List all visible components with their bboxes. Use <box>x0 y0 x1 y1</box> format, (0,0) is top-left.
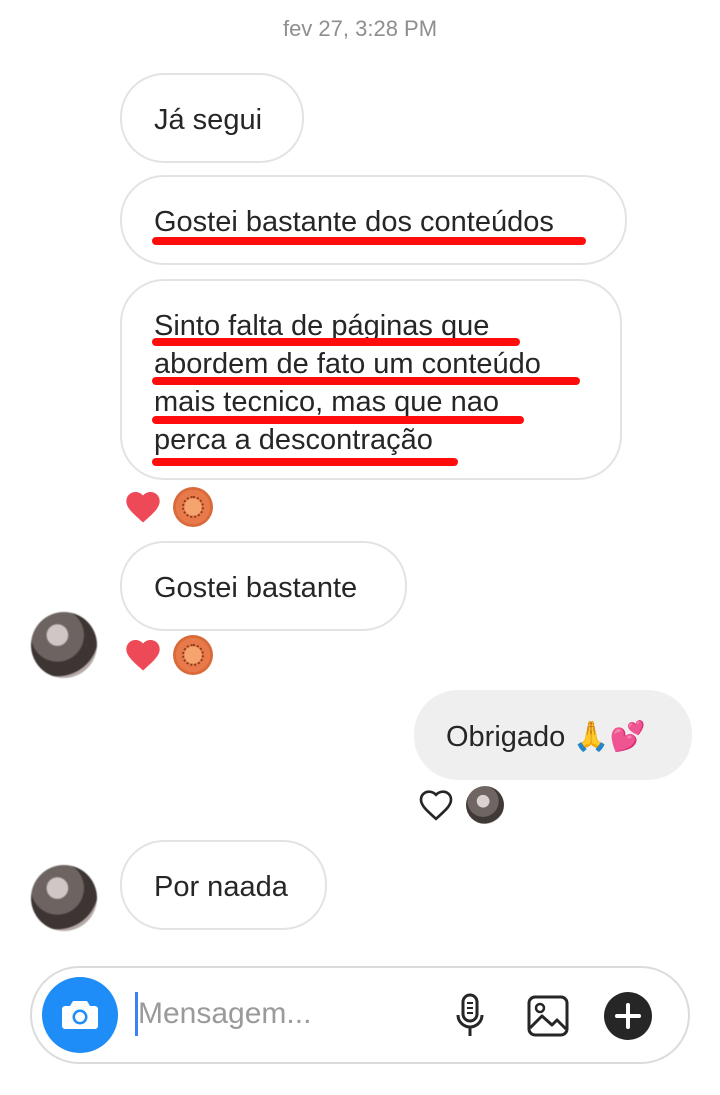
heart-reaction-icon <box>126 492 160 523</box>
message-reactions[interactable] <box>123 635 213 675</box>
message-reactions[interactable] <box>123 487 213 527</box>
heart-outline-reaction-icon <box>419 790 453 821</box>
incoming-message-bubble[interactable]: Gostei bastante <box>120 541 407 631</box>
more-options-button[interactable] <box>602 990 654 1042</box>
sender-avatar[interactable] <box>31 865 97 931</box>
annotation-underline <box>152 377 580 385</box>
message-text: Obrigado 🙏💕 <box>446 721 646 753</box>
incoming-message-bubble[interactable]: Gostei bastante dos conteúdos <box>120 175 627 265</box>
plus-icon <box>604 992 652 1040</box>
message-text: Já segui <box>154 104 263 136</box>
annotation-underline <box>152 237 586 245</box>
reactor-avatar <box>173 487 213 527</box>
image-icon <box>527 995 569 1037</box>
microphone-icon <box>456 993 484 1036</box>
incoming-message-bubble[interactable]: Por naada <box>120 840 327 930</box>
annotation-underline <box>152 338 520 346</box>
message-text: Gostei bastante dos conteúdos <box>154 206 554 238</box>
message-text-line: perca a descontração <box>154 424 433 456</box>
message-composer <box>30 966 690 1064</box>
incoming-message-bubble[interactable]: Já segui <box>120 73 304 163</box>
reactor-avatar <box>173 635 213 675</box>
voice-message-button[interactable] <box>444 990 496 1042</box>
gallery-button[interactable] <box>522 990 574 1042</box>
outgoing-message-bubble[interactable]: Obrigado 🙏💕 <box>414 690 692 780</box>
annotation-underline <box>152 458 458 466</box>
message-text: Gostei bastante <box>154 572 358 604</box>
camera-button[interactable] <box>42 977 118 1053</box>
heart-reaction-icon <box>126 640 160 671</box>
message-input[interactable] <box>138 994 438 1034</box>
seen-by-avatar <box>466 786 504 824</box>
sender-avatar[interactable] <box>31 612 97 678</box>
message-timestamp: fev 27, 3:28 PM <box>282 16 438 41</box>
message-text: Por naada <box>154 871 288 903</box>
message-reactions[interactable] <box>416 785 504 825</box>
annotation-underline <box>152 416 524 424</box>
camera-icon <box>62 1001 98 1029</box>
